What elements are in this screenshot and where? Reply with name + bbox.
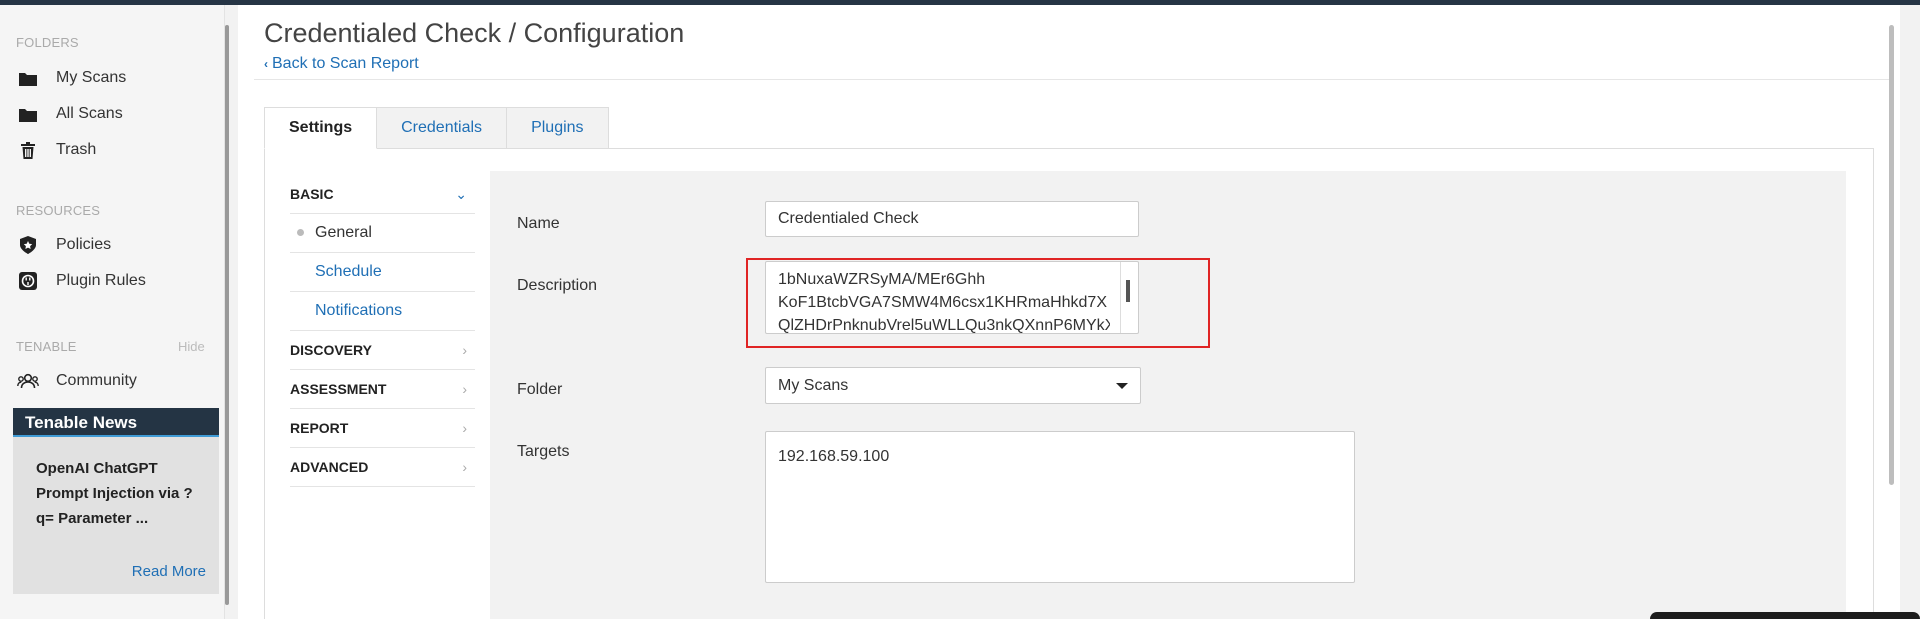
tab-plugins[interactable]: Plugins <box>507 107 609 149</box>
sidebar-item-policies[interactable]: Policies <box>16 231 111 259</box>
plugin-rules-icon <box>16 271 40 291</box>
sidebar-scrollbar[interactable] <box>225 25 229 605</box>
sidebar-item-label: Plugin Rules <box>56 272 146 289</box>
description-field[interactable]: 1bNuxaWZRSyMA/MEr6Ghh KoF1BtcbVGA7SMW4M6… <box>765 261 1139 334</box>
general-settings-form: Name Description 1bNuxaWZRSyMA/MEr6Ghh K… <box>490 171 1846 619</box>
sidebar-item-all-scans[interactable]: All Scans <box>16 100 123 128</box>
folder-select[interactable]: My Scans <box>765 367 1141 404</box>
trash-icon <box>16 140 40 160</box>
chevron-right-icon: › <box>462 420 467 436</box>
folder-label: Folder <box>517 381 563 398</box>
caret-down-icon <box>1116 382 1128 389</box>
settings-nav: BASIC ⌄ General Schedule Notifications D… <box>290 175 475 487</box>
resources-heading: RESOURCES <box>16 203 101 218</box>
back-link-label: Back to Scan Report <box>272 55 419 72</box>
settings-nav-advanced[interactable]: ADVANCED › <box>290 448 475 487</box>
section-label: ADVANCED <box>290 459 369 475</box>
settings-nav-discovery[interactable]: DISCOVERY › <box>290 331 475 370</box>
shield-icon <box>16 235 40 255</box>
tenable-news-widget: Tenable News OpenAI ChatGPT Prompt Injec… <box>13 408 219 594</box>
description-line: 1bNuxaWZRSyMA/MEr6Ghh <box>778 271 986 288</box>
description-line: QlZHDrPnknubVrel5uWLLQu3nkQXnnP6MYkX <box>778 317 1110 334</box>
back-to-scan-report-link[interactable]: ‹ Back to Scan Report <box>264 55 419 73</box>
sidebar-item-label: Policies <box>56 236 112 253</box>
page-scrollbar[interactable] <box>1889 25 1894 485</box>
config-tabs: Settings Credentials Plugins <box>264 107 609 149</box>
folder-icon <box>16 68 40 88</box>
hide-link[interactable]: Hide <box>178 339 205 354</box>
header-divider <box>254 79 1892 80</box>
description-scroll-track <box>1120 262 1121 333</box>
bottom-right-overlay <box>1650 612 1920 619</box>
settings-nav-schedule[interactable]: Schedule <box>290 253 475 292</box>
sidebar-item-label: Community <box>56 372 137 389</box>
main-content: Credentialed Check / Configuration ‹ Back… <box>238 5 1900 619</box>
sidebar-item-plugin-rules[interactable]: Plugin Rules <box>16 267 146 295</box>
tab-credentials[interactable]: Credentials <box>377 107 508 149</box>
tab-settings[interactable]: Settings <box>264 107 378 149</box>
chevron-right-icon: › <box>462 342 467 358</box>
targets-field[interactable]: 192.168.59.100 <box>765 431 1355 583</box>
settings-nav-notifications[interactable]: Notifications <box>290 292 475 331</box>
section-label: ASSESSMENT <box>290 381 387 397</box>
read-more-link[interactable]: Read More <box>132 563 206 580</box>
sidebar-item-label: Trash <box>56 141 97 158</box>
description-label: Description <box>517 277 598 294</box>
folder-selected-value: My Scans <box>778 376 849 394</box>
chevron-right-icon: › <box>462 381 467 397</box>
name-field[interactable] <box>765 201 1139 237</box>
settings-nav-general[interactable]: General <box>290 214 475 253</box>
settings-nav-assessment[interactable]: ASSESSMENT › <box>290 370 475 409</box>
folder-icon <box>16 104 40 124</box>
chevron-down-icon: ⌄ <box>455 185 467 202</box>
page-title: Credentialed Check / Configuration <box>264 18 685 48</box>
tenable-heading: TENABLE <box>16 339 77 354</box>
settings-nav-basic[interactable]: BASIC ⌄ <box>290 175 475 214</box>
sidebar-item-community[interactable]: Community <box>16 367 137 395</box>
chevron-right-icon: › <box>462 459 467 475</box>
sidebar-item-trash[interactable]: Trash <box>16 136 96 164</box>
targets-label: Targets <box>517 443 570 460</box>
section-label: REPORT <box>290 420 349 436</box>
news-title: Tenable News <box>13 408 219 437</box>
description-scrollbar[interactable] <box>1126 280 1130 302</box>
name-label: Name <box>517 215 560 232</box>
news-headline[interactable]: OpenAI ChatGPT Prompt Injection via ?q= … <box>13 437 219 531</box>
chevron-left-icon: ‹ <box>264 57 268 71</box>
section-label: DISCOVERY <box>290 342 372 358</box>
sidebar-item-my-scans[interactable]: My Scans <box>16 64 126 92</box>
description-line: KoF1BtcbVGA7SMW4M6csx1KHRmaHhkd7X <box>778 294 1107 311</box>
sidebar-item-label: All Scans <box>56 105 123 122</box>
community-icon <box>16 371 40 391</box>
sidebar-item-label: My Scans <box>56 69 127 86</box>
settings-nav-report[interactable]: REPORT › <box>290 409 475 448</box>
folders-heading: FOLDERS <box>16 35 79 50</box>
section-label: BASIC <box>290 186 334 202</box>
